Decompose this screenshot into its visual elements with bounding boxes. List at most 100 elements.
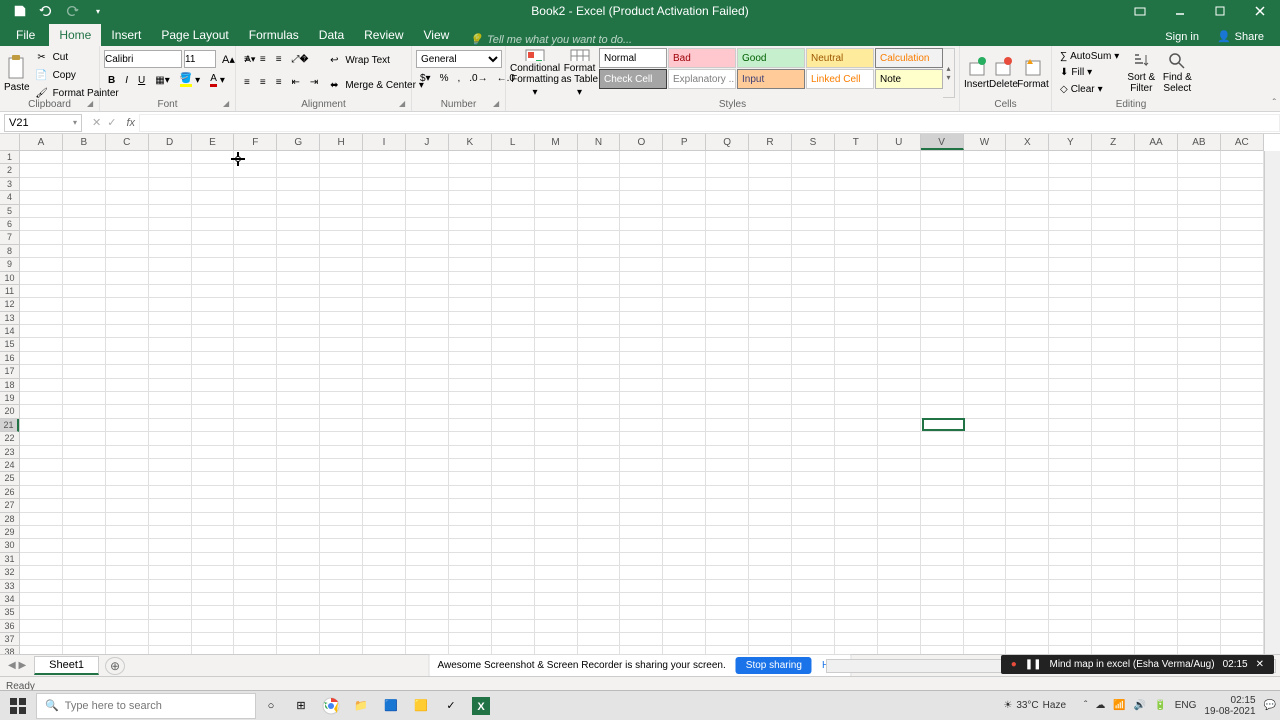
cortana-icon[interactable]: ○ bbox=[256, 691, 286, 721]
row-header[interactable]: 13 bbox=[0, 312, 19, 325]
row-header[interactable]: 16 bbox=[0, 352, 19, 365]
column-header[interactable]: W bbox=[964, 134, 1007, 150]
tab-page-layout[interactable]: Page Layout bbox=[151, 24, 238, 46]
column-header[interactable]: P bbox=[663, 134, 706, 150]
column-header[interactable]: Z bbox=[1092, 134, 1135, 150]
column-header[interactable]: E bbox=[192, 134, 235, 150]
collapse-ribbon-icon[interactable]: ˆ bbox=[1273, 98, 1276, 109]
align-right-icon[interactable]: ≡ bbox=[272, 76, 286, 89]
row-header[interactable]: 29 bbox=[0, 526, 19, 539]
column-header[interactable]: Q bbox=[706, 134, 749, 150]
row-header[interactable]: 28 bbox=[0, 513, 19, 526]
row-header[interactable]: 33 bbox=[0, 580, 19, 593]
font-name-select[interactable] bbox=[104, 50, 182, 68]
row-header[interactable]: 32 bbox=[0, 566, 19, 579]
name-box[interactable]: V21▾ bbox=[4, 114, 82, 132]
column-header[interactable]: J bbox=[406, 134, 449, 150]
tab-formulas[interactable]: Formulas bbox=[239, 24, 309, 46]
row-header[interactable]: 9 bbox=[0, 258, 19, 271]
align-middle-icon[interactable]: ≡ bbox=[256, 53, 270, 66]
sheet-nav[interactable]: ◀ ▶ bbox=[0, 660, 34, 671]
tell-me-search[interactable]: 💡Tell me what you want to do... bbox=[469, 33, 632, 46]
row-header[interactable]: 36 bbox=[0, 620, 19, 633]
insert-cells-button[interactable]: Insert bbox=[964, 48, 989, 98]
format-cells-button[interactable]: Format bbox=[1018, 48, 1048, 98]
row-header[interactable]: 18 bbox=[0, 379, 19, 392]
row-header[interactable]: 8 bbox=[0, 245, 19, 258]
column-header[interactable]: C bbox=[106, 134, 149, 150]
close-pill-icon[interactable]: ✕ bbox=[1256, 659, 1264, 670]
stop-sharing-button[interactable]: Stop sharing bbox=[736, 657, 812, 674]
cell-style-item[interactable]: Bad bbox=[668, 48, 736, 68]
column-header[interactable]: Y bbox=[1049, 134, 1092, 150]
row-header[interactable]: 37 bbox=[0, 633, 19, 646]
tray-lang[interactable]: ENG bbox=[1175, 700, 1197, 711]
share-button[interactable]: 👤Share bbox=[1209, 27, 1272, 46]
paste-button[interactable]: Paste bbox=[4, 48, 30, 98]
column-header[interactable]: O bbox=[620, 134, 663, 150]
column-header[interactable]: I bbox=[363, 134, 406, 150]
chrome-icon[interactable] bbox=[316, 691, 346, 721]
column-header[interactable]: M bbox=[535, 134, 578, 150]
column-header[interactable]: A bbox=[20, 134, 63, 150]
row-header[interactable]: 21 bbox=[0, 419, 19, 432]
column-header[interactable]: L bbox=[492, 134, 535, 150]
row-header[interactable]: 15 bbox=[0, 338, 19, 351]
tray-clock[interactable]: 02:1519-08-2021 bbox=[1204, 695, 1255, 717]
sort-filter-button[interactable]: Sort & Filter bbox=[1123, 48, 1159, 98]
row-header[interactable]: 22 bbox=[0, 432, 19, 445]
cell-style-item[interactable]: Calculation bbox=[875, 48, 943, 68]
row-header[interactable]: 1 bbox=[0, 151, 19, 164]
row-header[interactable]: 6 bbox=[0, 218, 19, 231]
signin-link[interactable]: Sign in bbox=[1165, 31, 1199, 43]
border-button[interactable]: ▦▾ bbox=[151, 72, 173, 88]
tab-data[interactable]: Data bbox=[309, 24, 354, 46]
qat-customize-icon[interactable]: ▾ bbox=[86, 1, 110, 21]
task-view-icon[interactable]: ⊞ bbox=[286, 691, 316, 721]
bold-button[interactable]: B bbox=[104, 72, 119, 88]
align-center-icon[interactable]: ≡ bbox=[256, 76, 270, 89]
row-header[interactable]: 19 bbox=[0, 392, 19, 405]
alignment-dialog-launcher[interactable]: ◢ bbox=[399, 99, 409, 109]
column-header[interactable]: K bbox=[449, 134, 492, 150]
tray-volume-icon[interactable]: 🔊 bbox=[1134, 700, 1146, 711]
fill-button[interactable]: ⬇Fill ▾ bbox=[1056, 66, 1123, 79]
column-header[interactable]: F bbox=[234, 134, 277, 150]
tab-file[interactable]: File bbox=[2, 24, 49, 46]
clipboard-dialog-launcher[interactable]: ◢ bbox=[87, 99, 97, 109]
align-top-icon[interactable]: ≡ bbox=[240, 53, 254, 66]
fx-icon[interactable]: fx bbox=[126, 117, 135, 129]
taskbar-search[interactable]: 🔍Type here to search bbox=[36, 693, 256, 719]
increase-decimal-icon[interactable]: .0→ bbox=[465, 72, 491, 85]
tab-home[interactable]: Home bbox=[49, 24, 101, 46]
tab-insert[interactable]: Insert bbox=[101, 24, 151, 46]
row-header[interactable]: 27 bbox=[0, 499, 19, 512]
font-size-select[interactable] bbox=[184, 50, 216, 68]
italic-button[interactable]: I bbox=[121, 72, 132, 88]
fill-color-button[interactable]: 🪣▾ bbox=[176, 72, 204, 88]
underline-button[interactable]: U bbox=[134, 72, 149, 88]
app-icon-2[interactable]: 🟨 bbox=[406, 691, 436, 721]
row-header[interactable]: 24 bbox=[0, 459, 19, 472]
column-header[interactable]: R bbox=[749, 134, 792, 150]
add-sheet-button[interactable]: ⊕ bbox=[105, 657, 125, 675]
column-header[interactable]: B bbox=[63, 134, 106, 150]
row-header[interactable]: 30 bbox=[0, 539, 19, 552]
sheet-tab[interactable]: Sheet1 bbox=[34, 656, 99, 675]
select-all-button[interactable] bbox=[0, 134, 20, 150]
column-header[interactable]: V bbox=[921, 134, 964, 150]
file-explorer-icon[interactable]: 📁 bbox=[346, 691, 376, 721]
app-icon-1[interactable]: 🟦 bbox=[376, 691, 406, 721]
row-header[interactable]: 25 bbox=[0, 472, 19, 485]
meeting-pill[interactable]: ● ❚❚ Mind map in excel (Esha Verma/Aug) … bbox=[1001, 655, 1274, 674]
indent-decrease-icon[interactable]: ⇤ bbox=[288, 76, 304, 89]
column-header[interactable]: AC bbox=[1221, 134, 1264, 150]
cell-style-item[interactable]: Explanatory ... bbox=[668, 69, 736, 89]
clear-button[interactable]: ◇Clear ▾ bbox=[1056, 83, 1123, 96]
tray-battery-icon[interactable]: 🔋 bbox=[1154, 700, 1166, 711]
cell-style-item[interactable]: Neutral bbox=[806, 48, 874, 68]
cancel-formula-icon[interactable]: ✕ bbox=[92, 116, 101, 129]
font-color-button[interactable]: A▾ bbox=[206, 72, 229, 88]
styles-more-button[interactable]: ▴▾ bbox=[943, 48, 955, 98]
delete-cells-button[interactable]: Delete bbox=[989, 48, 1018, 98]
